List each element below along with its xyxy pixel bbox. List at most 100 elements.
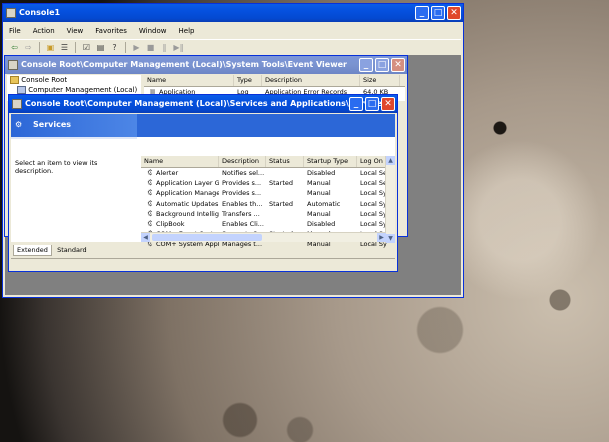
service-description: Enables th... xyxy=(222,199,263,208)
horizontal-scrollbar[interactable]: ◀ ▶ xyxy=(141,232,386,242)
services-titlebar[interactable]: Console Root\Computer Management (Local)… xyxy=(9,95,397,113)
menu-view[interactable]: View xyxy=(67,24,84,38)
table-row[interactable]: ⚙ ClipBook Enables Cli... Disabled Local Sys xyxy=(141,219,395,229)
table-row[interactable]: ⚙ Application Manage...Provides s... Manua… xyxy=(141,188,395,198)
scroll-right-arrow-icon[interactable]: ▶ xyxy=(377,233,386,242)
service-startup-type: Disabled xyxy=(307,219,336,228)
tab-standard[interactable]: Standard xyxy=(54,245,90,255)
maximize-button[interactable]: □ xyxy=(365,97,379,111)
column-name[interactable]: Name xyxy=(144,75,234,86)
service-startup-type: Manual xyxy=(307,189,331,198)
service-description: Transfers ... xyxy=(222,209,260,218)
tab-extended[interactable]: Extended xyxy=(13,245,52,256)
column-log-on-as[interactable]: Log On A xyxy=(357,156,387,167)
services-window: Console Root\Computer Management (Local)… xyxy=(8,94,398,272)
service-name: ⚙ Alerter xyxy=(141,168,219,178)
services-header-band: ⚙ Services xyxy=(11,114,137,139)
help-icon[interactable]: ? xyxy=(109,42,120,53)
service-gear-icon: ⚙ xyxy=(147,169,152,177)
event-viewer-title: Console Root\Computer Management (Local)… xyxy=(21,60,347,69)
console-title: Console1 xyxy=(19,8,61,17)
service-description: Enables Cli... xyxy=(222,219,264,228)
menu-favorites[interactable]: Favorites xyxy=(95,24,127,38)
table-row[interactable]: ⚙ Application Layer G... Provides s... Star… xyxy=(141,178,395,188)
close-button[interactable]: ✕ xyxy=(391,58,405,72)
service-startup-type: Automatic xyxy=(307,199,341,208)
stop-icon[interactable]: ■ xyxy=(145,42,156,53)
maximize-button[interactable]: □ xyxy=(431,6,445,20)
tree-item-console-root[interactable]: Console Root xyxy=(7,75,141,85)
service-name: ⚙ Application Manage... xyxy=(141,188,219,198)
list-header: Name Type Description Size xyxy=(144,75,405,87)
service-name-text: Alerter xyxy=(156,169,179,177)
description-pane-text: Select an item to view its description. xyxy=(15,159,98,175)
services-icon xyxy=(12,99,22,109)
service-logon: Local Ser xyxy=(360,179,387,188)
service-name-text: Application Manage... xyxy=(156,189,219,198)
scroll-thumb[interactable] xyxy=(152,234,262,241)
menu-window[interactable]: Window xyxy=(139,24,167,38)
folder-icon xyxy=(10,76,19,84)
minimize-button[interactable]: _ xyxy=(415,6,429,20)
menu-help[interactable]: Help xyxy=(179,24,195,38)
column-description[interactable]: Description xyxy=(219,156,266,167)
service-gear-icon: ⚙ xyxy=(147,209,152,218)
service-status: Started xyxy=(269,199,294,208)
column-description[interactable]: Description xyxy=(262,75,360,86)
services-header-title: Services xyxy=(33,120,72,129)
back-icon[interactable]: ⇦ xyxy=(9,42,20,53)
up-folder-icon[interactable]: ▣ xyxy=(45,42,56,53)
play-icon[interactable]: ▶ xyxy=(131,42,142,53)
show-hide-tree-icon[interactable]: ☰ xyxy=(59,42,70,53)
column-type[interactable]: Type xyxy=(234,75,262,86)
service-gear-icon: ⚙ xyxy=(147,189,152,198)
column-startup-type[interactable]: Startup Type xyxy=(304,156,357,167)
column-name[interactable]: Name xyxy=(141,156,219,167)
tree-label: Console Root xyxy=(21,76,68,84)
service-logon: Local Sys xyxy=(360,219,387,228)
column-status[interactable]: Status xyxy=(266,156,304,167)
column-size[interactable]: Size xyxy=(360,75,400,86)
console-titlebar[interactable]: Console1 _ □ ✕ xyxy=(3,4,463,22)
service-logon: Local Ser xyxy=(360,169,387,177)
event-viewer-titlebar[interactable]: Console Root\Computer Management (Local)… xyxy=(5,56,407,74)
maximize-button[interactable]: □ xyxy=(375,58,389,72)
service-status xyxy=(266,188,304,198)
service-status xyxy=(266,168,304,178)
toolbar-separator xyxy=(39,42,40,53)
menu-action[interactable]: Action xyxy=(33,24,55,38)
properties-icon[interactable]: ☑ xyxy=(81,42,92,53)
service-description: Provides s... xyxy=(222,179,262,188)
service-status: Started xyxy=(269,179,294,188)
service-name-text: Background Intellig... xyxy=(156,209,219,218)
scroll-up-arrow-icon[interactable]: ▲ xyxy=(386,156,395,165)
service-startup-type: Manual xyxy=(307,179,331,188)
forward-icon[interactable]: ⇨ xyxy=(23,42,34,53)
close-button[interactable]: ✕ xyxy=(447,6,461,20)
table-row[interactable]: ⚙ Background Intellig... Transfers ... Manu… xyxy=(141,209,395,219)
services-content: ⚙ Services Select an item to view its de… xyxy=(11,114,395,248)
export-list-icon[interactable]: ▤ xyxy=(95,42,106,53)
services-title: Console Root\Computer Management (Local)… xyxy=(25,99,387,108)
pause-icon[interactable]: ‖ xyxy=(159,42,170,53)
view-tabs: Extended Standard xyxy=(13,245,90,256)
scroll-down-arrow-icon[interactable]: ▼ xyxy=(386,234,395,243)
restart-icon[interactable]: ▶‖ xyxy=(173,42,184,53)
service-description: Notifies sel... xyxy=(222,169,265,177)
service-logon: Local Sys xyxy=(360,199,387,208)
vertical-scrollbar[interactable]: ▲ ▼ xyxy=(385,156,395,243)
close-button[interactable]: ✕ xyxy=(381,97,395,111)
table-row[interactable]: ⚙ Alerter Notifies sel... Disabled Local Ser xyxy=(141,168,395,178)
table-row[interactable]: ⚙ Automatic Updates Enables th... Started Au… xyxy=(141,199,395,209)
menu-file[interactable]: File xyxy=(9,24,21,38)
computer-icon xyxy=(17,86,26,94)
event-viewer-icon xyxy=(8,60,18,70)
minimize-button[interactable]: _ xyxy=(359,58,373,72)
service-startup-type: Manual xyxy=(307,209,331,218)
service-startup-type: Disabled xyxy=(307,169,336,177)
minimize-button[interactable]: _ xyxy=(349,97,363,111)
service-name: ⚙ Application Layer G... xyxy=(141,178,219,188)
service-logon: Local Sys xyxy=(360,209,387,218)
scroll-left-arrow-icon[interactable]: ◀ xyxy=(141,233,150,242)
status-bar xyxy=(11,258,395,271)
